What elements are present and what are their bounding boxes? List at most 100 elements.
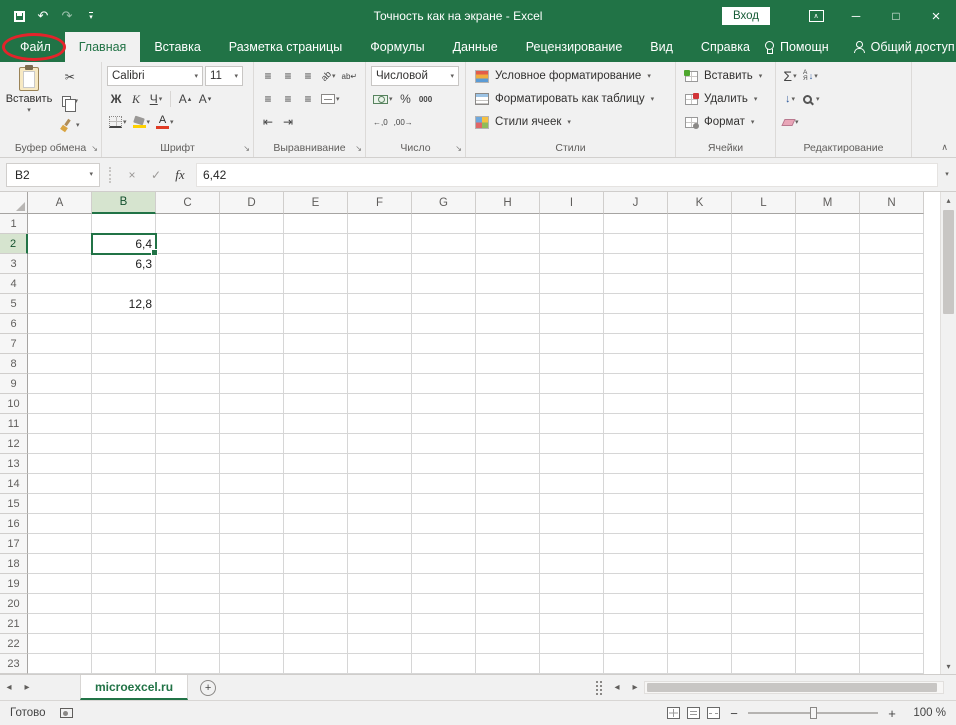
row-header-13[interactable]: 13: [0, 454, 28, 474]
row-header-9[interactable]: 9: [0, 374, 28, 394]
cell-M4[interactable]: [796, 274, 860, 294]
cell-K14[interactable]: [668, 474, 732, 494]
column-header-A[interactable]: A: [28, 192, 92, 214]
row-header-23[interactable]: 23: [0, 654, 28, 674]
cell-I2[interactable]: [540, 234, 604, 254]
row-header-20[interactable]: 20: [0, 594, 28, 614]
cell-C16[interactable]: [156, 514, 220, 534]
cell-N23[interactable]: [860, 654, 924, 674]
cell-A6[interactable]: [28, 314, 92, 334]
cell-N18[interactable]: [860, 554, 924, 574]
cell-M22[interactable]: [796, 634, 860, 654]
format-cells-button[interactable]: Формат ▾: [676, 111, 775, 133]
cell-D22[interactable]: [220, 634, 284, 654]
font-size-combo[interactable]: 11 ▾: [205, 66, 243, 86]
cell-M2[interactable]: [796, 234, 860, 254]
cell-C19[interactable]: [156, 574, 220, 594]
cell-N5[interactable]: [860, 294, 924, 314]
cell-L4[interactable]: [732, 274, 796, 294]
cell-C23[interactable]: [156, 654, 220, 674]
cell-A1[interactable]: [28, 214, 92, 234]
column-header-M[interactable]: M: [796, 192, 860, 214]
cell-I21[interactable]: [540, 614, 604, 634]
align-bottom-button[interactable]: ≡: [299, 66, 317, 86]
cell-D21[interactable]: [220, 614, 284, 634]
cell-H6[interactable]: [476, 314, 540, 334]
cell-I7[interactable]: [540, 334, 604, 354]
cell-B11[interactable]: [92, 414, 156, 434]
cell-F3[interactable]: [348, 254, 412, 274]
column-header-L[interactable]: L: [732, 192, 796, 214]
cell-J5[interactable]: [604, 294, 668, 314]
cell-D7[interactable]: [220, 334, 284, 354]
cell-K10[interactable]: [668, 394, 732, 414]
cell-I10[interactable]: [540, 394, 604, 414]
cell-B9[interactable]: [92, 374, 156, 394]
cell-H23[interactable]: [476, 654, 540, 674]
cell-J1[interactable]: [604, 214, 668, 234]
horizontal-scroll-thumb[interactable]: [647, 683, 937, 692]
cell-A8[interactable]: [28, 354, 92, 374]
cell-L1[interactable]: [732, 214, 796, 234]
cell-F8[interactable]: [348, 354, 412, 374]
tab-data[interactable]: Данные: [439, 32, 512, 62]
cell-E11[interactable]: [284, 414, 348, 434]
conditional-formatting-button[interactable]: Условное форматирование ▾: [466, 65, 675, 87]
formula-input[interactable]: 6,42: [196, 162, 938, 187]
find-select-button[interactable]: ▾: [801, 89, 822, 109]
cell-I9[interactable]: [540, 374, 604, 394]
formula-bar-expand-icon[interactable]: ▾: [938, 171, 956, 178]
cell-B16[interactable]: [92, 514, 156, 534]
hscroll-right-button[interactable]: ▸: [626, 675, 644, 700]
cell-K21[interactable]: [668, 614, 732, 634]
cell-D2[interactable]: [220, 234, 284, 254]
cell-J13[interactable]: [604, 454, 668, 474]
cell-C20[interactable]: [156, 594, 220, 614]
tab-insert[interactable]: Вставка: [140, 32, 214, 62]
cell-G16[interactable]: [412, 514, 476, 534]
cell-K6[interactable]: [668, 314, 732, 334]
cell-F17[interactable]: [348, 534, 412, 554]
cell-K2[interactable]: [668, 234, 732, 254]
save-button[interactable]: [8, 4, 30, 28]
cell-C1[interactable]: [156, 214, 220, 234]
customize-qat-button[interactable]: ▾: [80, 4, 102, 28]
cell-A12[interactable]: [28, 434, 92, 454]
cell-L20[interactable]: [732, 594, 796, 614]
accounting-format-button[interactable]: ▾: [371, 89, 395, 109]
cell-B22[interactable]: [92, 634, 156, 654]
cell-B14[interactable]: [92, 474, 156, 494]
cell-B18[interactable]: [92, 554, 156, 574]
new-sheet-button[interactable]: +: [200, 679, 217, 696]
assistant-button[interactable]: Помощн: [764, 40, 829, 54]
undo-button[interactable]: ↶: [32, 4, 54, 28]
cell-B12[interactable]: [92, 434, 156, 454]
cell-I1[interactable]: [540, 214, 604, 234]
cell-J2[interactable]: [604, 234, 668, 254]
cell-E4[interactable]: [284, 274, 348, 294]
cell-M9[interactable]: [796, 374, 860, 394]
cell-A11[interactable]: [28, 414, 92, 434]
cell-E15[interactable]: [284, 494, 348, 514]
cell-H11[interactable]: [476, 414, 540, 434]
sort-filter-button[interactable]: А Я ↓ ▾: [801, 66, 820, 86]
cell-L19[interactable]: [732, 574, 796, 594]
cell-J4[interactable]: [604, 274, 668, 294]
cell-H2[interactable]: [476, 234, 540, 254]
cell-H1[interactable]: [476, 214, 540, 234]
column-header-G[interactable]: G: [412, 192, 476, 214]
cell-D14[interactable]: [220, 474, 284, 494]
cell-B6[interactable]: [92, 314, 156, 334]
cell-F21[interactable]: [348, 614, 412, 634]
cell-C9[interactable]: [156, 374, 220, 394]
row-header-7[interactable]: 7: [0, 334, 28, 354]
cell-M10[interactable]: [796, 394, 860, 414]
column-header-F[interactable]: F: [348, 192, 412, 214]
increase-indent-button[interactable]: ⇥: [279, 112, 297, 132]
cell-L2[interactable]: [732, 234, 796, 254]
cell-E20[interactable]: [284, 594, 348, 614]
cell-K5[interactable]: [668, 294, 732, 314]
cell-J7[interactable]: [604, 334, 668, 354]
row-header-6[interactable]: 6: [0, 314, 28, 334]
cell-J11[interactable]: [604, 414, 668, 434]
